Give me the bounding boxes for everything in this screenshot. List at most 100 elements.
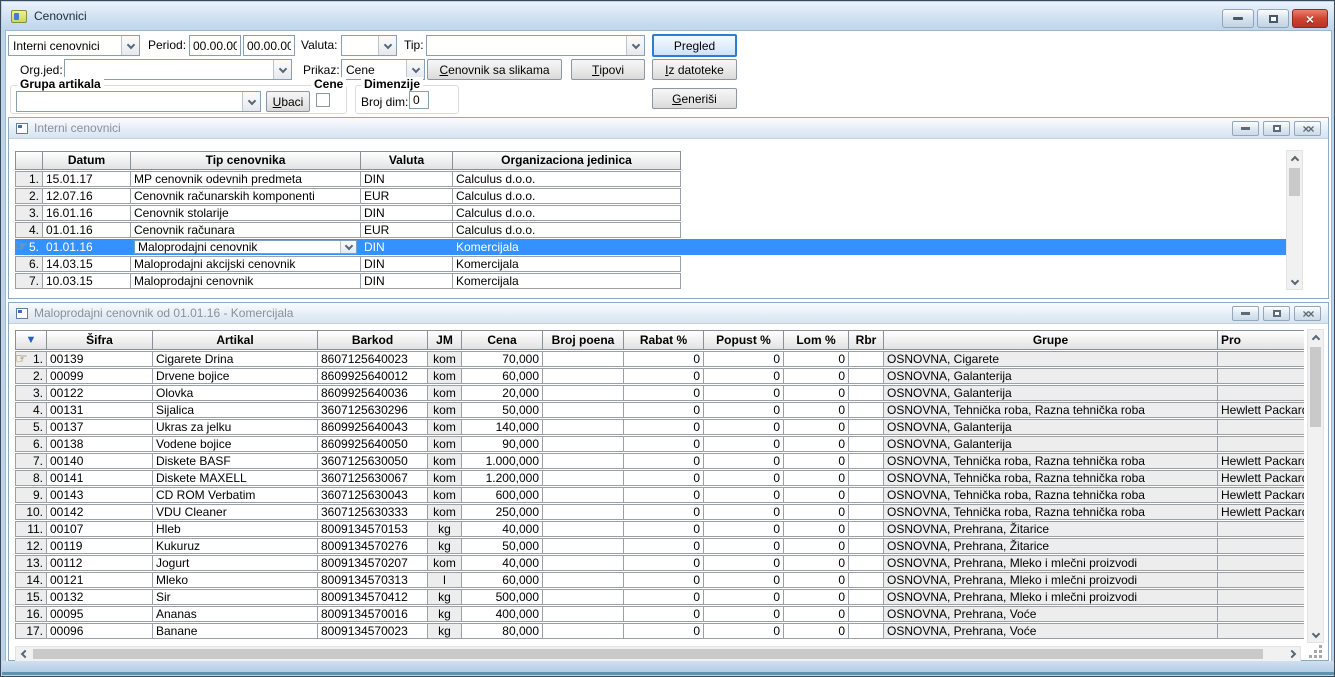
scrollbar-thumb[interactable] — [1310, 347, 1321, 427]
cell-lom[interactable]: 0 — [784, 487, 849, 503]
cell-rbr[interactable] — [849, 419, 884, 435]
cell-cena[interactable]: 60,000 — [462, 572, 543, 588]
cell-jm[interactable]: kg — [428, 589, 462, 605]
cell-org-jedinica[interactable]: Komercijala — [453, 273, 681, 289]
col-sifra[interactable]: Šifra — [47, 330, 153, 350]
chevron-down-icon[interactable] — [378, 36, 396, 55]
article-row[interactable]: 16.00095Ananas8009134570016kg400,000000O… — [15, 606, 1304, 622]
col-org-jedinica[interactable]: Organizaciona jedinica — [453, 151, 681, 170]
cell-artikal[interactable]: Sir — [153, 589, 318, 605]
cell-org-jedinica[interactable]: Calculus d.o.o. — [453, 188, 681, 204]
cell-popust[interactable]: 0 — [704, 555, 784, 571]
cell-popust[interactable]: 0 — [704, 504, 784, 520]
cell-rabat[interactable]: 0 — [624, 385, 704, 401]
row-number[interactable]: 14. — [15, 572, 47, 588]
detail-vscrollbar[interactable] — [1307, 329, 1324, 643]
cell-valuta[interactable]: DIN — [361, 273, 453, 289]
cell-lom[interactable]: 0 — [784, 521, 849, 537]
cell-jm[interactable]: l — [428, 572, 462, 588]
scrollbar-thumb[interactable] — [33, 649, 1263, 659]
col-broj-poena[interactable]: Broj poena — [543, 330, 624, 350]
cell-rabat[interactable]: 0 — [624, 555, 704, 571]
cell-lom[interactable]: 0 — [784, 555, 849, 571]
cell-cena[interactable]: 500,000 — [462, 589, 543, 605]
scrollbar-thumb[interactable] — [1289, 168, 1300, 196]
chevron-down-icon[interactable] — [121, 36, 139, 55]
cell-popust[interactable]: 0 — [704, 623, 784, 639]
tipovi-button[interactable]: Tipovi — [571, 59, 645, 80]
cell-rbr[interactable] — [849, 368, 884, 384]
cell-popust[interactable]: 0 — [704, 487, 784, 503]
cell-datum[interactable]: 16.01.16 — [43, 205, 131, 221]
cell-barkod[interactable]: 8609925640036 — [318, 385, 428, 401]
cell-grupe[interactable]: OSNOVNA, Galanterija — [884, 436, 1218, 452]
col-grupe[interactable]: Grupe — [884, 330, 1218, 350]
cell-popust[interactable]: 0 — [704, 453, 784, 469]
cell-broj-poena[interactable] — [543, 487, 624, 503]
cell-rbr[interactable] — [849, 453, 884, 469]
row-number[interactable]: 2. — [15, 368, 47, 384]
pricelist-row[interactable]: 4.01.01.16Cenovnik računaraEURCalculus d… — [15, 222, 1286, 238]
cell-lom[interactable]: 0 — [784, 453, 849, 469]
grupa-artikala-combobox[interactable] — [16, 91, 261, 112]
cell-broj-poena[interactable] — [543, 453, 624, 469]
cell-lom[interactable]: 0 — [784, 606, 849, 622]
cell-grupe[interactable]: OSNOVNA, Galanterija — [884, 368, 1218, 384]
cell-sifra[interactable]: 00132 — [47, 589, 153, 605]
cell-org-jedinica[interactable]: Calculus d.o.o. — [453, 205, 681, 221]
cell-artikal[interactable]: Diskete MAXELL — [153, 470, 318, 486]
cell-lom[interactable]: 0 — [784, 402, 849, 418]
cell-pro[interactable] — [1218, 572, 1304, 588]
cell-cena[interactable]: 70,000 — [462, 351, 543, 367]
article-row[interactable]: 11.00107Hleb8009134570153kg40,000000OSNO… — [15, 521, 1304, 537]
cell-sifra[interactable]: 00138 — [47, 436, 153, 452]
cell-rbr[interactable] — [849, 521, 884, 537]
cell-popust[interactable]: 0 — [704, 351, 784, 367]
cell-barkod[interactable]: 8609925640050 — [318, 436, 428, 452]
cell-pro[interactable]: Hewlett Packard — [1218, 402, 1304, 418]
cene-checkbox[interactable] — [316, 93, 330, 107]
cell-valuta[interactable]: EUR — [361, 222, 453, 238]
row-number[interactable]: 4. — [15, 222, 43, 238]
pricelist-row[interactable]: 1.15.01.17MP cenovnik odevnih predmetaDI… — [15, 171, 1286, 187]
cell-sifra[interactable]: 00095 — [47, 606, 153, 622]
cell-datum[interactable]: 14.03.15 — [43, 256, 131, 272]
cell-jm[interactable]: kg — [428, 521, 462, 537]
cell-jm[interactable]: kom — [428, 351, 462, 367]
cell-sifra[interactable]: 00139 — [47, 351, 153, 367]
cell-rbr[interactable] — [849, 589, 884, 605]
cell-lom[interactable]: 0 — [784, 589, 849, 605]
pricelist-row[interactable]: 3.16.01.16Cenovnik stolarijeDINCalculus … — [15, 205, 1286, 221]
cell-popust[interactable]: 0 — [704, 385, 784, 401]
cell-popust[interactable]: 0 — [704, 368, 784, 384]
cell-pro[interactable] — [1218, 606, 1304, 622]
cell-datum[interactable]: 12.07.16 — [43, 188, 131, 204]
cell-cena[interactable]: 40,000 — [462, 555, 543, 571]
cell-artikal[interactable]: Sijalica — [153, 402, 318, 418]
cell-grupe[interactable]: OSNOVNA, Tehnička roba, Razna tehnička r… — [884, 470, 1218, 486]
cell-org-jedinica[interactable]: Komercijala — [453, 256, 681, 272]
cell-grupe[interactable]: OSNOVNA, Prehrana, Žitarice — [884, 538, 1218, 554]
cell-pro[interactable] — [1218, 538, 1304, 554]
article-row[interactable]: 4.00131Sijalica3607125630296kom50,000000… — [15, 402, 1304, 418]
cell-pro[interactable]: Hewlett Packard — [1218, 453, 1304, 469]
cell-jm[interactable]: kom — [428, 419, 462, 435]
cell-lom[interactable]: 0 — [784, 470, 849, 486]
cell-grupe[interactable]: OSNOVNA, Prehrana, Voće — [884, 606, 1218, 622]
cell-rabat[interactable]: 0 — [624, 351, 704, 367]
period-to-input[interactable] — [243, 35, 295, 56]
cell-grupe[interactable]: OSNOVNA, Prehrana, Mleko i mlečni proizv… — [884, 572, 1218, 588]
cell-rbr[interactable] — [849, 538, 884, 554]
cell-jm[interactable]: kom — [428, 368, 462, 384]
cell-broj-poena[interactable] — [543, 538, 624, 554]
restore-button[interactable] — [1263, 121, 1290, 136]
cell-popust[interactable]: 0 — [704, 436, 784, 452]
cell-rabat[interactable]: 0 — [624, 538, 704, 554]
filter-header[interactable]: ▼ — [15, 330, 47, 350]
scroll-left-icon[interactable] — [16, 647, 31, 661]
cell-rabat[interactable]: 0 — [624, 470, 704, 486]
cell-barkod[interactable]: 8009134570313 — [318, 572, 428, 588]
cell-jm[interactable]: kom — [428, 555, 462, 571]
tip-combobox[interactable] — [426, 35, 645, 56]
cell-sifra[interactable]: 00096 — [47, 623, 153, 639]
